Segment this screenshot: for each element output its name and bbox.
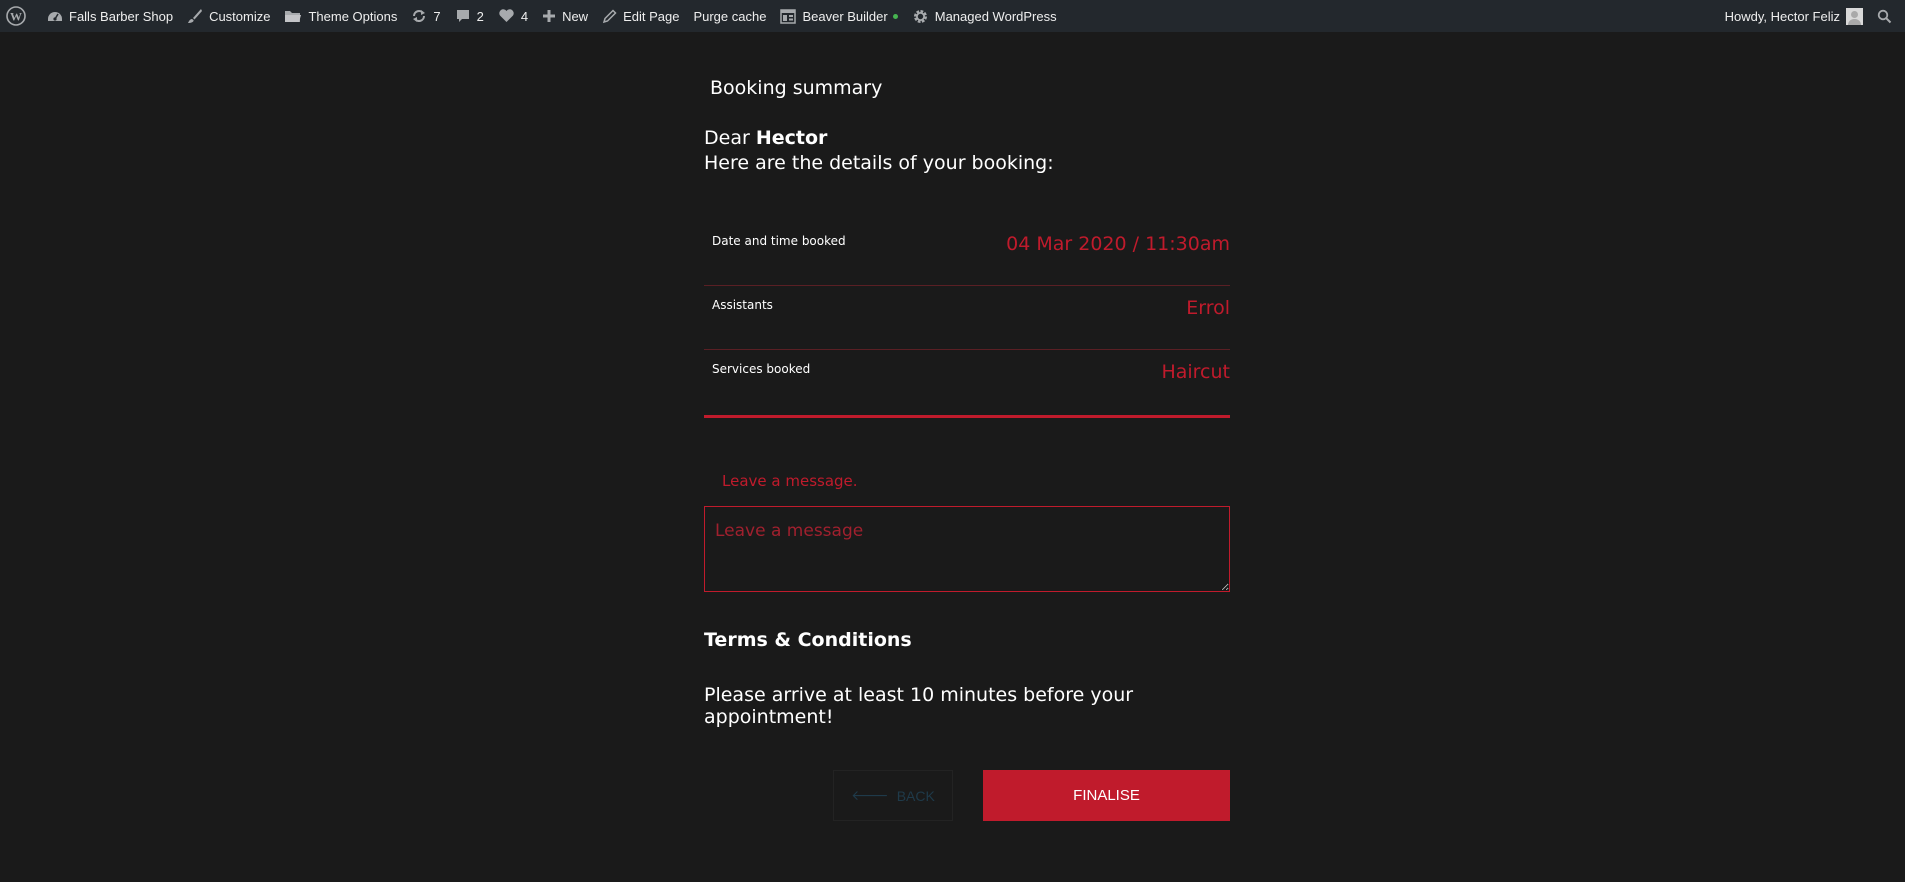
booking-details-table: Date and time booked 04 Mar 2020 / 11:30…: [704, 222, 1230, 418]
wordpress-logo-icon[interactable]: W: [0, 0, 40, 32]
terms-text: Please arrive at least 10 minutes before…: [704, 684, 1134, 728]
updates-link[interactable]: 7: [404, 0, 447, 32]
row-label: Services booked: [712, 362, 811, 376]
booking-row-datetime: Date and time booked 04 Mar 2020 / 11:30…: [704, 222, 1230, 286]
new-content-menu[interactable]: New: [535, 0, 595, 32]
page-title: Booking summary: [710, 77, 883, 99]
message-label: Leave a message.: [722, 472, 858, 490]
admin-bar-right: Howdy, Hector Feliz: [1718, 0, 1905, 32]
row-value: Haircut: [1161, 361, 1230, 383]
admin-search[interactable]: [1870, 0, 1905, 32]
message-textarea[interactable]: [704, 506, 1230, 592]
edit-page-label: Edit Page: [623, 8, 680, 24]
greeting-dear: Dear: [704, 127, 750, 149]
user-account-menu[interactable]: Howdy, Hector Feliz: [1718, 0, 1870, 32]
comments-count: 2: [476, 8, 484, 24]
admin-bar-left: W Falls Barber Shop Customize Theme Opti…: [0, 0, 1064, 32]
likes-count: 4: [520, 8, 529, 24]
comments-link[interactable]: 2: [448, 0, 491, 32]
beaver-builder-link[interactable]: Beaver Builder: [773, 0, 904, 32]
row-value: 04 Mar 2020 / 11:30am: [1006, 233, 1230, 255]
row-value: Errol: [1186, 297, 1230, 319]
back-label: BACK: [896, 787, 935, 804]
howdy-label: Howdy, Hector Feliz: [1724, 8, 1840, 24]
purge-cache-label: Purge cache: [693, 8, 767, 24]
updates-count: 7: [433, 8, 441, 24]
managed-wordpress-label: Managed WordPress: [934, 8, 1057, 24]
svg-text:W: W: [10, 10, 22, 24]
row-label: Date and time booked: [712, 234, 846, 248]
avatar: [1846, 7, 1863, 25]
admin-bar: W Falls Barber Shop Customize Theme Opti…: [0, 0, 1905, 32]
theme-options-label: Theme Options: [308, 8, 398, 24]
dashboard-icon: [48, 12, 62, 21]
theme-options-menu[interactable]: Theme Options: [277, 0, 404, 32]
site-name-menu[interactable]: Falls Barber Shop: [40, 0, 180, 32]
new-label: New: [562, 8, 589, 24]
customize-label: Customize: [209, 8, 271, 24]
gear-icon: [913, 9, 927, 23]
folder-icon: [285, 11, 302, 22]
edit-page-link[interactable]: Edit Page: [595, 0, 686, 32]
arrow-left-icon: 🡐: [851, 787, 889, 803]
updates-icon: [413, 10, 426, 22]
site-name-label: Falls Barber Shop: [69, 8, 174, 24]
search-icon: [1877, 9, 1892, 23]
customize-link[interactable]: Customize: [180, 0, 277, 32]
status-dot: [892, 13, 898, 19]
pencil-icon: [602, 8, 617, 23]
greeting-intro: Here are the details of your booking:: [704, 152, 1054, 174]
beaver-builder-label: Beaver Builder: [802, 8, 888, 24]
terms-title: Terms & Conditions: [704, 629, 912, 651]
purge-cache-link[interactable]: Purge cache: [686, 0, 773, 32]
comment-icon: [456, 10, 469, 22]
finalise-label: FINALISE: [1073, 787, 1140, 804]
managed-wordpress-menu[interactable]: Managed WordPress: [905, 0, 1064, 32]
layout-icon: [780, 8, 797, 24]
customer-name: Hector: [755, 127, 828, 149]
back-button[interactable]: 🡐 BACK: [833, 770, 953, 821]
booking-row-assistants: Assistants Errol: [704, 286, 1230, 350]
finalise-button[interactable]: FINALISE: [983, 770, 1230, 821]
row-label: Assistants: [712, 298, 773, 312]
likes-link[interactable]: 4: [491, 0, 535, 32]
booking-row-services: Services booked Haircut: [704, 350, 1230, 418]
greeting: Dear Hector Here are the details of your…: [704, 126, 1054, 176]
heart-icon: [499, 9, 514, 22]
plus-icon: [543, 10, 556, 22]
paintbrush-icon: [188, 9, 203, 23]
